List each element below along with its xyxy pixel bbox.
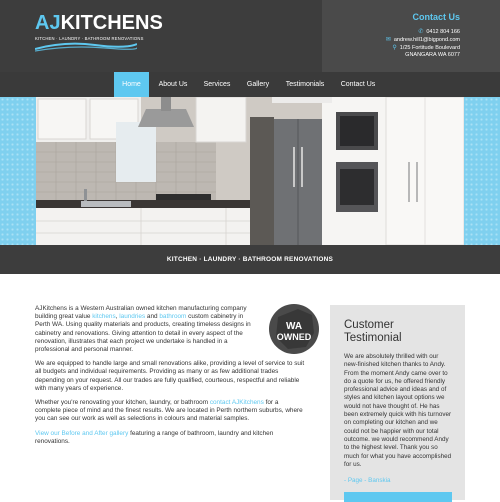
contact-address-line1: 1/25 Fortitude Boulevard bbox=[399, 44, 460, 51]
contact-email[interactable]: ✉ andrew.hill1@bigpond.com bbox=[385, 36, 460, 44]
link-bathroom[interactable]: bathroom bbox=[159, 313, 186, 320]
location-pin-icon: ⚲ bbox=[392, 45, 397, 51]
hero-pattern-right bbox=[464, 97, 500, 245]
nav-about-us[interactable]: About Us bbox=[153, 72, 193, 97]
contact-address: ⚲ 1/25 Fortitude Boulevard bbox=[392, 44, 460, 52]
badge-line2: OWNED bbox=[277, 332, 312, 342]
kitchen-illustration bbox=[36, 97, 464, 245]
nav-contact-us[interactable]: Contact Us bbox=[334, 72, 382, 97]
p3-text-a: Whether you're renovating your kitchen, … bbox=[35, 399, 210, 407]
intro-paragraph-4: View our Before and After gallery featur… bbox=[35, 430, 305, 446]
contact-address-line2: GNANGARA WA 6077 bbox=[405, 52, 460, 58]
contact-phone-text: 0412 804 166 bbox=[426, 28, 460, 35]
contact-address-2: GNANGARA WA 6077 bbox=[405, 52, 460, 58]
main-nav: Home About Us Services Gallery Testimoni… bbox=[0, 72, 500, 97]
intro-content: AJKitchens is a Western Australian owned… bbox=[35, 305, 305, 452]
site-header: AJKITCHENS KITCHEN · LAUNDRY · BATHROOM … bbox=[0, 0, 500, 72]
logo-wordmark: AJKITCHENS bbox=[35, 12, 163, 35]
testimonial-body: We are absolutely thrilled with our new-… bbox=[344, 353, 452, 468]
testimonial-author: - Page - Banskia bbox=[344, 477, 391, 485]
intro-paragraph-3: Whether you're renovating your kitchen, … bbox=[35, 399, 305, 424]
contact-email-text: andrew.hill1@bigpond.com bbox=[393, 36, 460, 43]
nav-services[interactable]: Services bbox=[197, 72, 237, 97]
nav-gallery[interactable]: Gallery bbox=[240, 72, 276, 97]
wa-owned-badge: WA OWNED bbox=[269, 304, 319, 354]
contact-phone[interactable]: ✆ 0412 804 166 bbox=[418, 28, 460, 36]
link-kitchens[interactable]: kitchens bbox=[92, 313, 115, 320]
site-logo[interactable]: AJKITCHENS KITCHEN · LAUNDRY · BATHROOM … bbox=[35, 12, 163, 52]
link-contact[interactable]: contact AJKitchens bbox=[210, 399, 264, 406]
p1-text-c: and bbox=[145, 313, 160, 321]
email-icon: ✉ bbox=[385, 37, 391, 43]
nav-home[interactable]: Home bbox=[114, 72, 149, 97]
hero-banner bbox=[0, 97, 500, 245]
intro-paragraph-2: We are equipped to handle large and smal… bbox=[35, 360, 305, 392]
logo-kitchens: KITCHENS bbox=[60, 12, 163, 34]
link-gallery[interactable]: View our Before and After gallery bbox=[35, 430, 128, 437]
hero-kitchen-image bbox=[36, 97, 464, 245]
testimonial-more-button[interactable] bbox=[344, 492, 452, 502]
services-banner: KITCHEN · LAUNDRY · BATHROOM RENOVATIONS bbox=[0, 245, 500, 274]
logo-swoosh-icon bbox=[35, 42, 137, 52]
contact-panel: Contact Us ✆ 0412 804 166 ✉ andrew.hill1… bbox=[322, 0, 500, 72]
badge-line1: WA bbox=[286, 321, 302, 332]
testimonial-title: Customer Testimonial bbox=[344, 319, 402, 344]
phone-icon: ✆ bbox=[418, 29, 424, 35]
contact-title: Contact Us bbox=[412, 12, 460, 22]
nav-testimonials[interactable]: Testimonials bbox=[280, 72, 330, 97]
hero-pattern-left bbox=[0, 97, 36, 245]
logo-aj: AJ bbox=[35, 12, 61, 34]
header-logo-area: AJKITCHENS KITCHEN · LAUNDRY · BATHROOM … bbox=[0, 0, 322, 72]
intro-paragraph-1: AJKitchens is a Western Australian owned… bbox=[35, 305, 255, 354]
testimonial-panel: Customer Testimonial We are absolutely t… bbox=[330, 305, 465, 502]
link-laundries[interactable]: laundries bbox=[119, 313, 145, 320]
